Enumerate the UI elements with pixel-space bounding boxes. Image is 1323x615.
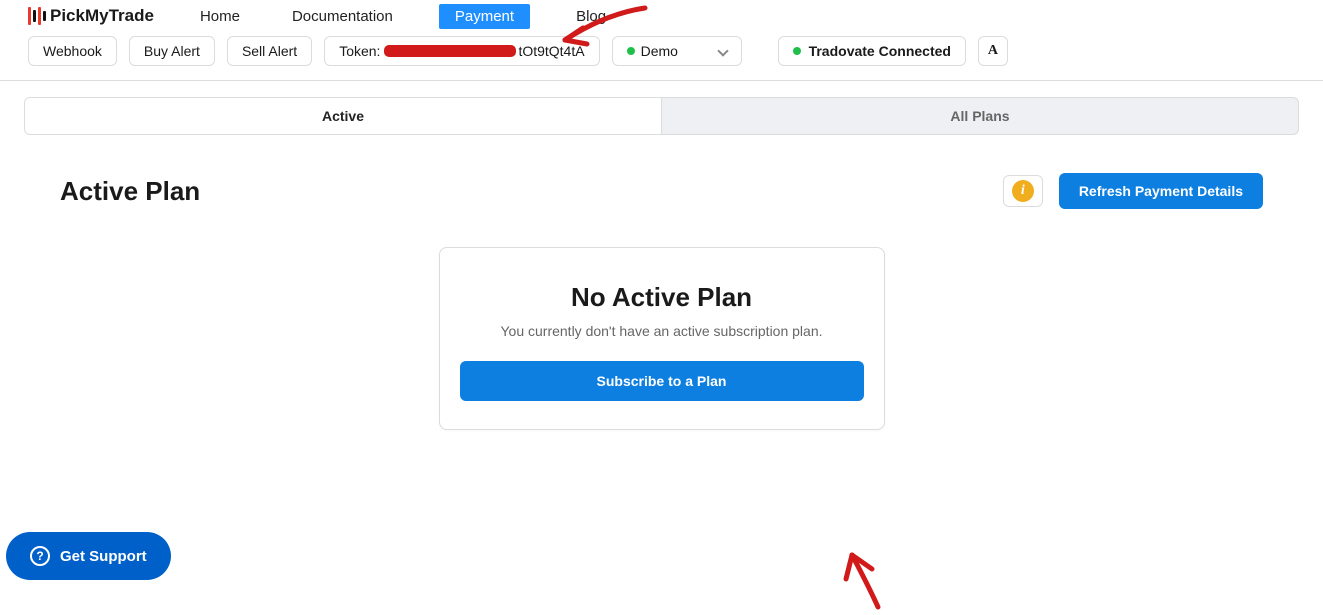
nav-home[interactable]: Home	[194, 4, 246, 29]
chevron-down-icon	[717, 45, 728, 56]
info-icon: i	[1012, 180, 1034, 202]
get-support-button[interactable]: ? Get Support	[6, 532, 171, 580]
card-title: No Active Plan	[460, 282, 864, 313]
status-dot-icon	[627, 47, 635, 55]
refresh-payment-button[interactable]: Refresh Payment Details	[1059, 173, 1263, 209]
webhook-button[interactable]: Webhook	[28, 36, 117, 66]
token-label: Token:	[339, 43, 380, 59]
logo-bars-icon	[28, 7, 46, 25]
tab-all-plans[interactable]: All Plans	[662, 98, 1298, 134]
avatar-button[interactable]: A	[978, 36, 1008, 66]
info-button[interactable]: i	[1003, 175, 1043, 207]
nav-documentation[interactable]: Documentation	[286, 4, 399, 29]
sell-alert-button[interactable]: Sell Alert	[227, 36, 312, 66]
support-label: Get Support	[60, 548, 147, 565]
top-nav: PickMyTrade Home Documentation Payment B…	[0, 0, 1323, 81]
status-dot-icon	[793, 47, 801, 55]
buy-alert-button[interactable]: Buy Alert	[129, 36, 215, 66]
avatar-letter: A	[988, 43, 998, 59]
main-content: Active Plan i Refresh Payment Details No…	[0, 135, 1323, 430]
brand-name: PickMyTrade	[50, 6, 154, 26]
connection-status[interactable]: Tradovate Connected	[778, 36, 966, 66]
nav-blog[interactable]: Blog	[570, 4, 612, 29]
nav-payment[interactable]: Payment	[439, 4, 530, 29]
environment-selected: Demo	[641, 43, 678, 59]
token-field[interactable]: Token: tOt9tQt4tA	[324, 36, 599, 66]
token-suffix: tOt9tQt4tA	[518, 43, 584, 59]
plan-tabs: Active All Plans	[24, 97, 1299, 135]
page-title: Active Plan	[60, 176, 200, 207]
no-plan-card: No Active Plan You currently don't have …	[439, 247, 885, 430]
question-icon: ?	[30, 546, 50, 566]
token-redacted-marker	[385, 46, 515, 56]
card-subtitle: You currently don't have an active subsc…	[460, 323, 864, 339]
subscribe-button[interactable]: Subscribe to a Plan	[460, 361, 864, 401]
environment-select[interactable]: Demo	[612, 36, 742, 66]
tab-active[interactable]: Active	[25, 98, 662, 134]
brand-logo[interactable]: PickMyTrade	[28, 6, 154, 26]
annotation-arrow-bottom	[830, 545, 900, 615]
connection-label: Tradovate Connected	[809, 43, 951, 59]
